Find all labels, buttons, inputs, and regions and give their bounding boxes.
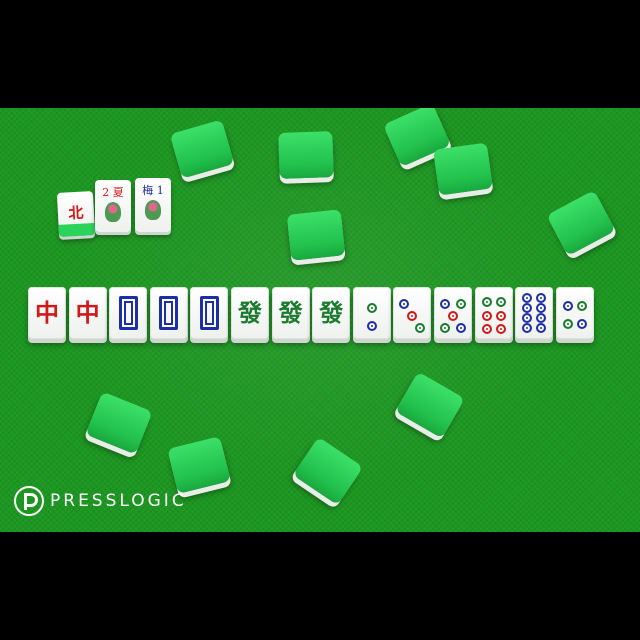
green-dragon-tile: 發 bbox=[312, 287, 351, 339]
circle-dot bbox=[407, 311, 418, 321]
bonus-tile-plum: 梅 1 bbox=[135, 178, 171, 232]
tile-character: 中 bbox=[75, 298, 100, 327]
white-dragon-frame bbox=[199, 296, 219, 330]
circle-dot bbox=[366, 303, 377, 313]
white-dragon-tile bbox=[109, 287, 148, 339]
circle-dot bbox=[536, 313, 547, 323]
green-dragon-tile: 發 bbox=[271, 287, 310, 339]
presslogic-logo-mark bbox=[14, 486, 44, 516]
tile-character: 發 bbox=[278, 298, 303, 327]
facedown-tile bbox=[395, 371, 465, 439]
white-dragon-frame bbox=[159, 296, 179, 330]
circle-dot bbox=[481, 297, 492, 307]
white-dragon-tile bbox=[190, 287, 229, 339]
circle-dot bbox=[576, 301, 587, 311]
circle-dot bbox=[536, 293, 547, 303]
facedown-tile bbox=[433, 142, 493, 196]
facedown-tile bbox=[169, 119, 235, 179]
circle-dot bbox=[522, 303, 533, 313]
circle-dot bbox=[522, 313, 533, 323]
circle-dot bbox=[366, 321, 377, 331]
circle-dot bbox=[495, 297, 506, 307]
presslogic-logo: PRESSLOGIC bbox=[14, 486, 187, 516]
circle-dot bbox=[495, 324, 506, 334]
circle-dot bbox=[536, 323, 547, 333]
circle-dot bbox=[481, 311, 492, 321]
presslogic-logo-text: PRESSLOGIC bbox=[50, 491, 187, 511]
circle-dot bbox=[562, 301, 573, 311]
circle-dot bbox=[456, 323, 466, 333]
circle-dot bbox=[522, 323, 533, 333]
circle-dot bbox=[399, 299, 410, 309]
circle-dot bbox=[440, 299, 450, 309]
circle-dot bbox=[495, 311, 506, 321]
tile-character: 中 bbox=[35, 298, 59, 327]
circle-dot bbox=[415, 323, 426, 333]
green-dragon-tile: 發 bbox=[231, 287, 269, 339]
circle-dot bbox=[440, 323, 450, 333]
facedown-tile bbox=[292, 436, 364, 506]
white-dragon-tile bbox=[149, 287, 188, 339]
circles-tile bbox=[474, 287, 513, 339]
tile-character: 發 bbox=[238, 298, 262, 327]
circles-tile bbox=[555, 287, 594, 339]
facedown-tile bbox=[546, 190, 616, 256]
bonus-tile-summer: 2 夏 bbox=[95, 180, 131, 232]
bonus-tile-north: 北 bbox=[56, 191, 96, 237]
circles-tile bbox=[352, 287, 391, 339]
circle-dot bbox=[456, 299, 466, 309]
red-dragon-tile: 中 bbox=[28, 287, 66, 339]
white-dragon-frame bbox=[118, 296, 138, 330]
circle-dot bbox=[562, 319, 573, 329]
bonus-tile-label: 2 夏 bbox=[102, 186, 124, 199]
circle-dot bbox=[522, 293, 533, 303]
circle-dot bbox=[448, 311, 458, 321]
circle-dot bbox=[536, 303, 547, 313]
red-dragon-tile: 中 bbox=[68, 287, 107, 339]
circles-tile bbox=[515, 287, 554, 339]
circles-tile bbox=[434, 287, 472, 339]
circle-dot bbox=[481, 324, 492, 334]
circle-dot bbox=[576, 319, 587, 329]
facedown-tile bbox=[278, 131, 334, 179]
bonus-tile-label: 北 bbox=[67, 203, 84, 223]
facedown-tile bbox=[286, 209, 346, 261]
mahjong-photo: 北 2 夏 梅 1 中中發發發 bbox=[0, 108, 640, 532]
circles-tile bbox=[393, 287, 432, 339]
bonus-tile-label: 梅 1 bbox=[142, 184, 164, 197]
facedown-tile bbox=[85, 391, 153, 455]
tile-character: 發 bbox=[319, 298, 344, 327]
